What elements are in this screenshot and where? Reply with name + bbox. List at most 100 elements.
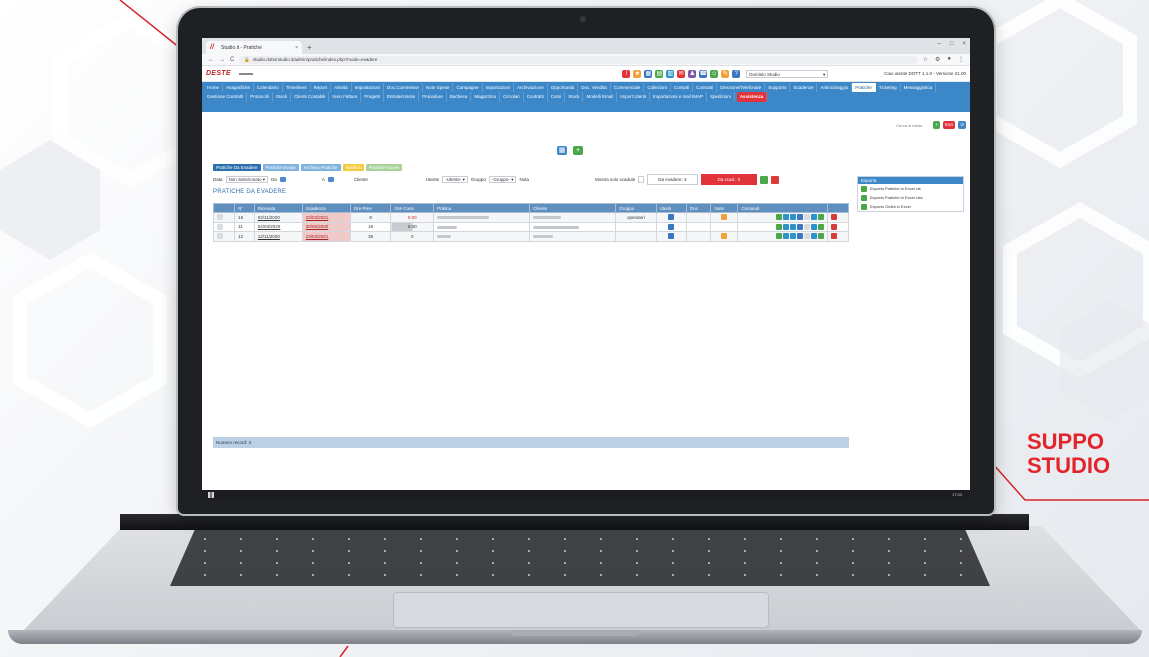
view-icon[interactable] xyxy=(782,214,789,221)
row-select-checkbox[interactable] xyxy=(217,233,223,240)
document-icon[interactable]: ▤ xyxy=(655,69,664,78)
menu-item-importazioni[interactable]: Importazioni xyxy=(483,83,515,93)
menu-item-impostazioni[interactable]: Impostazioni xyxy=(352,83,384,93)
utente-select[interactable]: -Utente- ▾ xyxy=(442,176,468,183)
table-row[interactable]: 11 04/03/2020 30/05/2020 16 9.00 xyxy=(212,221,850,232)
note-icon[interactable] xyxy=(721,233,728,240)
attach-icon[interactable] xyxy=(803,223,810,230)
app-logo[interactable]: DESTE xyxy=(206,70,231,77)
tab-nuove[interactable]: Pratiche Nuove xyxy=(365,164,403,171)
tab-close-icon[interactable]: × xyxy=(295,45,298,51)
menu-item-anagrafiche[interactable]: Anagrafiche xyxy=(223,83,255,93)
check-icon[interactable] xyxy=(817,233,824,240)
mail-row-icon[interactable] xyxy=(810,223,817,230)
export-xlsx-link[interactable]: Esporta Pratiche in Excel xlsx xyxy=(858,193,963,202)
ricevuta-date[interactable]: 12/11/2020 xyxy=(258,234,280,239)
row-select-checkbox[interactable] xyxy=(217,223,223,230)
close-window-button[interactable]: × xyxy=(962,41,966,47)
menu-item-report[interactable]: Report xyxy=(311,83,332,93)
menu-item-opportunit[interactable]: Opportunità xyxy=(548,83,579,93)
table-row[interactable]: 16 02/11/2020 22/03/2021 8 0.00 operatori xyxy=(212,212,850,223)
ricevuta-date[interactable]: 02/11/2020 xyxy=(258,215,280,220)
user-icon[interactable] xyxy=(668,214,675,221)
column-header[interactable] xyxy=(212,203,236,213)
menu-item-protocolli[interactable]: Protocolli xyxy=(247,92,273,102)
column-header[interactable]: Comandi xyxy=(737,203,828,213)
table-row[interactable]: 12 12/11/2020 23/03/2021 36 0 xyxy=(212,231,850,242)
power-icon[interactable]: ⏻ xyxy=(958,121,966,129)
help-icon[interactable]: ? xyxy=(732,69,741,78)
add-pratica-icon[interactable]: + xyxy=(573,146,583,155)
url-field[interactable]: 🔒 studio.dottorstudio.it/admin/pratiche/i… xyxy=(239,55,918,64)
export-ordini-link[interactable]: Esporta Ordini in Excel xyxy=(858,202,963,211)
user-icon[interactable] xyxy=(668,223,675,230)
attach-icon[interactable] xyxy=(803,214,810,221)
column-header[interactable]: Gruppo xyxy=(615,203,657,213)
column-header[interactable] xyxy=(826,203,850,213)
note-icon[interactable] xyxy=(721,214,728,221)
reload-icon[interactable]: C xyxy=(230,57,234,63)
person-icon[interactable]: ☺ xyxy=(710,69,719,78)
browser-menu-icon[interactable]: ⋮ xyxy=(958,56,964,63)
ricevuta-date[interactable]: 04/03/2020 xyxy=(258,224,281,229)
menu-item-direzione-telefonate[interactable]: Direzione/Telefonate xyxy=(717,83,766,93)
calendar-icon[interactable]: ▦ xyxy=(644,69,653,78)
delete-icon[interactable] xyxy=(830,233,837,240)
menu-search-input[interactable]: Cerca in menu xyxy=(892,121,931,129)
menu-item-stock[interactable]: Stock xyxy=(565,92,584,102)
menu-item-circolari[interactable]: Circolari xyxy=(500,92,524,102)
domain-select[interactable]: Dominio Studio ▾ xyxy=(746,69,829,78)
menu-item-home[interactable]: Home xyxy=(204,83,224,93)
alert-icon[interactable]: ! xyxy=(622,69,631,78)
menu-item-stock[interactable]: Stock xyxy=(273,92,292,102)
edit-icon[interactable] xyxy=(775,223,782,230)
copy-icon[interactable] xyxy=(789,223,796,230)
extensions-icon[interactable]: ⚙ xyxy=(935,56,940,63)
data-select[interactable]: Non Selezionato ▾ xyxy=(225,176,269,183)
column-header[interactable]: N° xyxy=(234,203,255,213)
edit-icon[interactable] xyxy=(775,214,782,221)
column-header[interactable]: Ore Cons xyxy=(390,203,435,213)
row-select-checkbox[interactable] xyxy=(217,214,223,221)
menu-item-corsi[interactable]: Corsi xyxy=(548,92,566,102)
menu-item-clienti-contabili[interactable]: Clienti Contabili xyxy=(291,92,330,102)
menu-item-campagne[interactable]: Campagne xyxy=(453,83,483,93)
column-header[interactable]: Utenti xyxy=(655,203,688,213)
menu-item-collezioni[interactable]: Collezioni xyxy=(644,83,671,93)
menu-item-magazzino[interactable]: Magazzino xyxy=(471,92,501,102)
list-view-icon[interactable]: ▦ xyxy=(557,146,567,155)
calendar-a-icon[interactable] xyxy=(327,177,334,182)
menu-item-note-spese[interactable]: Note Spese xyxy=(423,83,454,93)
check-icon[interactable] xyxy=(817,214,824,221)
menu-item-importazioni-e-mail-imap[interactable]: Importazioni e mail IMAP xyxy=(650,92,708,102)
star-fav-icon[interactable]: ★ xyxy=(633,69,642,78)
menu-item-messaggistica[interactable]: Messaggistica xyxy=(901,83,937,93)
check-icon[interactable] xyxy=(817,223,824,230)
reset-icon[interactable] xyxy=(771,175,780,184)
mail-icon[interactable]: ✉ xyxy=(677,69,686,78)
menu-item-contratti[interactable]: Contratti xyxy=(524,92,548,102)
column-header[interactable]: Doc xyxy=(686,203,712,213)
menu-item-scadenze[interactable]: Scadenze xyxy=(790,83,818,93)
delete-icon[interactable] xyxy=(830,223,837,230)
menu-item-doc-vendita[interactable]: Doc. Vendita xyxy=(578,83,611,93)
menu-item-invio-fatture[interactable]: Invio Fatture xyxy=(329,92,362,102)
menu-item-calendario[interactable]: Calendario xyxy=(254,83,283,93)
delete-icon[interactable] xyxy=(830,214,837,221)
calendar-da-icon[interactable] xyxy=(279,177,286,182)
gruppo-select[interactable]: -Gruppo- ▾ xyxy=(488,176,517,183)
menu-item-doc-commesse[interactable]: Doc.Commesse xyxy=(384,83,423,93)
menu-item-supporto[interactable]: Supporto xyxy=(765,83,791,93)
search-icon[interactable] xyxy=(760,175,769,184)
wrench-icon[interactable]: ✎ xyxy=(721,69,730,78)
column-header[interactable]: Ore Prev xyxy=(349,203,392,213)
chart-icon[interactable]: ▥ xyxy=(666,69,675,78)
copy-icon[interactable] xyxy=(789,233,796,240)
minimize-button[interactable]: – xyxy=(938,41,941,47)
menu-item-antiriciclaggio[interactable]: Antiriciclaggio xyxy=(817,83,853,93)
new-tab-button[interactable]: + xyxy=(307,41,312,54)
tab-da-evadere[interactable]: Pratiche Da Evadere xyxy=(213,164,261,171)
menu-item-bacheca[interactable]: Bacheca xyxy=(447,92,472,102)
menu-item-modelli-email[interactable]: Modelli Email xyxy=(583,92,618,102)
tab-evase[interactable]: Pratiche Evase xyxy=(262,164,299,171)
